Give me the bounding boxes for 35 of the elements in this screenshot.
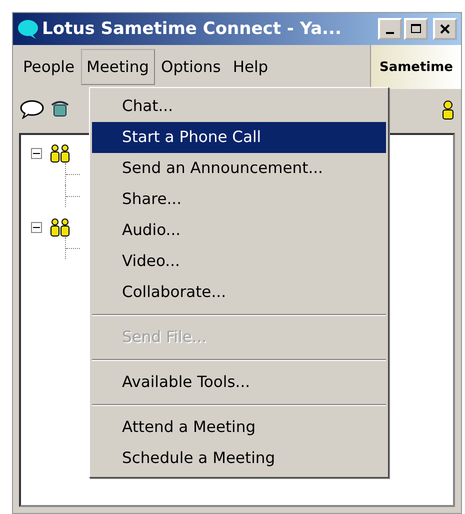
window-title: Lotus Sametime Connect - Ya... — [42, 19, 342, 39]
minimize-button[interactable] — [378, 18, 402, 40]
close-button[interactable] — [433, 18, 457, 40]
collapse-button[interactable] — [31, 148, 42, 158]
close-icon — [440, 24, 450, 34]
menu-option[interactable]: Start a Phone Call — [92, 122, 386, 153]
minimize-icon — [386, 32, 394, 34]
chat-button[interactable] — [19, 99, 45, 119]
person-button[interactable] — [441, 98, 455, 120]
people-group-icon — [48, 217, 72, 237]
phone-button[interactable] — [51, 99, 69, 119]
menu-option[interactable]: Collaborate... — [92, 277, 386, 308]
collapse-button[interactable] — [31, 222, 42, 232]
minus-icon — [31, 222, 42, 232]
menu-option[interactable]: Attend a Meeting — [92, 412, 386, 443]
minus-icon — [31, 148, 42, 158]
menu-option[interactable]: Audio... — [92, 215, 386, 246]
speech-bubble-icon — [19, 99, 45, 119]
people-group-icon — [48, 143, 72, 163]
menu-option[interactable]: Available Tools... — [92, 367, 386, 398]
menu-item[interactable]: Help — [226, 49, 274, 85]
brand-logo: Sametime — [370, 45, 461, 89]
menu-option[interactable]: Chat... — [92, 91, 386, 122]
menu-item[interactable]: People — [17, 49, 80, 85]
phone-icon — [51, 99, 69, 119]
menu-option[interactable]: Send an Announcement... — [92, 153, 386, 184]
speech-bubble-icon — [17, 19, 39, 39]
maximize-button[interactable] — [404, 18, 428, 40]
maximize-icon — [410, 24, 422, 34]
menu-item[interactable]: Options — [155, 49, 227, 85]
person-icon — [441, 98, 455, 120]
menu-option[interactable]: Video... — [92, 246, 386, 277]
menu-item[interactable]: Meeting — [80, 49, 155, 85]
menu-option[interactable]: Share... — [92, 184, 386, 215]
menu-option[interactable]: Schedule a Meeting — [92, 443, 386, 474]
